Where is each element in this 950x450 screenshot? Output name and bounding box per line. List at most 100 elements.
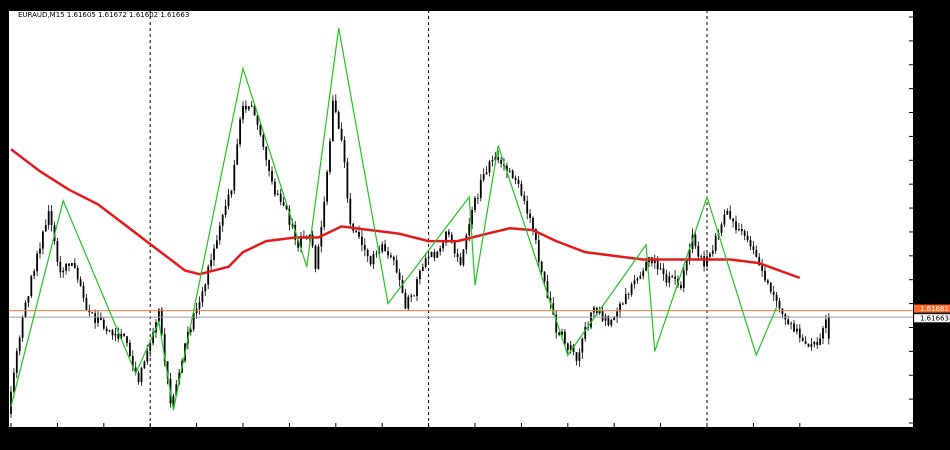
candle-body: [453, 242, 456, 254]
candle-body: [97, 317, 99, 323]
candle-body: [410, 295, 413, 297]
candle-body: [108, 330, 111, 332]
y-tick-label: 1.61895: [920, 228, 949, 236]
candle-body: [819, 338, 821, 345]
candle-body: [427, 256, 430, 259]
candle-body: [543, 271, 546, 282]
y-tick-label: 1.61830: [920, 252, 949, 260]
y-tick-label: 1.61765: [920, 276, 949, 284]
candle-body: [158, 309, 160, 323]
candle-body: [540, 261, 543, 272]
candle-body: [720, 224, 723, 234]
y-tick-label: 1.61375: [920, 420, 949, 428]
y-tick-label: 1.61570: [920, 348, 949, 356]
candle-body: [798, 328, 801, 338]
candle-body: [395, 260, 398, 273]
candle-body: [694, 234, 697, 246]
candle-body: [636, 278, 639, 281]
candle-body: [172, 395, 175, 404]
candle-body: [323, 201, 326, 227]
candle-body: [59, 261, 62, 273]
y-tick-label: 1.62350: [920, 61, 949, 69]
candle-body: [236, 144, 239, 165]
candle-body: [18, 337, 21, 352]
candle-body: [590, 312, 592, 328]
price-chart[interactable]: EURAUD,M15 1.61605 1.61672 1.61602 1.616…: [0, 0, 950, 450]
candle-body: [250, 105, 253, 107]
candle-body: [27, 296, 30, 303]
candle-body: [47, 211, 50, 225]
candle-body: [668, 276, 671, 283]
candle-body: [729, 210, 732, 219]
x-tick-label: 25 Nov 23:45: [427, 430, 474, 438]
y-tick-label: 1.61440: [920, 396, 949, 404]
candle-body: [624, 293, 627, 304]
candle-body: [349, 198, 352, 224]
candle-body: [468, 224, 471, 236]
candle-body: [424, 258, 427, 267]
y-tick-label: 1.62480: [920, 14, 949, 22]
candle-body: [207, 266, 210, 285]
candle-body: [216, 240, 218, 249]
candle-body: [433, 251, 436, 258]
symbol-header: EURAUD,M15 1.61605 1.61672 1.61602 1.616…: [18, 11, 189, 19]
candle-body: [355, 230, 357, 233]
candle-body: [387, 251, 389, 256]
candle-body: [198, 302, 201, 309]
candle-body: [15, 351, 18, 373]
candle-body: [645, 262, 647, 271]
x-tick-label: 25 Nov 03:45: [195, 430, 242, 438]
candle-body: [630, 284, 633, 295]
candle-body: [558, 332, 560, 335]
candle-body: [149, 343, 152, 352]
candle-body: [807, 343, 810, 347]
candle-body: [477, 197, 479, 199]
candle-body: [366, 249, 369, 257]
candle-body: [143, 361, 146, 369]
x-tick-label: 25 Nov 15:45: [334, 430, 381, 438]
candle-body: [85, 297, 88, 310]
candle-body: [33, 271, 36, 276]
candle-body: [622, 303, 624, 305]
candle-body: [781, 308, 784, 315]
candle-body: [282, 201, 285, 206]
candle-body: [732, 218, 734, 222]
candle-body: [532, 217, 534, 230]
candle-body: [416, 279, 418, 296]
candle-body: [500, 160, 502, 164]
candle-body: [361, 236, 363, 245]
candle-body: [769, 282, 772, 292]
y-tick-label: 1.61635: [920, 324, 949, 332]
candle-body: [825, 319, 827, 329]
candle-body: [529, 213, 531, 218]
candle-body: [224, 206, 227, 215]
x-tick-label: 26 Nov 23:45: [705, 430, 752, 438]
candle-body: [140, 368, 143, 382]
candle-body: [743, 231, 746, 236]
candle-body: [404, 292, 407, 309]
candle-body: [682, 270, 685, 289]
candle-body: [813, 341, 816, 345]
candle-body: [56, 241, 59, 262]
candle-body: [268, 159, 270, 172]
candle-body: [703, 256, 705, 267]
candle-body: [265, 146, 268, 160]
candle-body: [239, 119, 241, 145]
candle-body: [642, 270, 645, 277]
x-tick-label: 26 Nov 19:45: [659, 430, 706, 438]
candle-body: [413, 295, 415, 297]
candle-body: [129, 342, 131, 357]
candle-body: [772, 291, 775, 295]
candle-body: [639, 276, 642, 279]
candle-body: [616, 311, 618, 318]
candle-body: [314, 245, 317, 269]
candle-body: [787, 319, 790, 325]
candle-body: [706, 256, 708, 267]
candle-body: [671, 276, 674, 278]
y-tick-label: 1.62155: [920, 133, 949, 141]
candle-body: [801, 337, 804, 342]
candle-body: [723, 214, 726, 225]
candle-body: [76, 267, 79, 280]
x-tick-label: 26 Nov 07:45: [519, 430, 566, 438]
candle-body: [276, 193, 279, 195]
